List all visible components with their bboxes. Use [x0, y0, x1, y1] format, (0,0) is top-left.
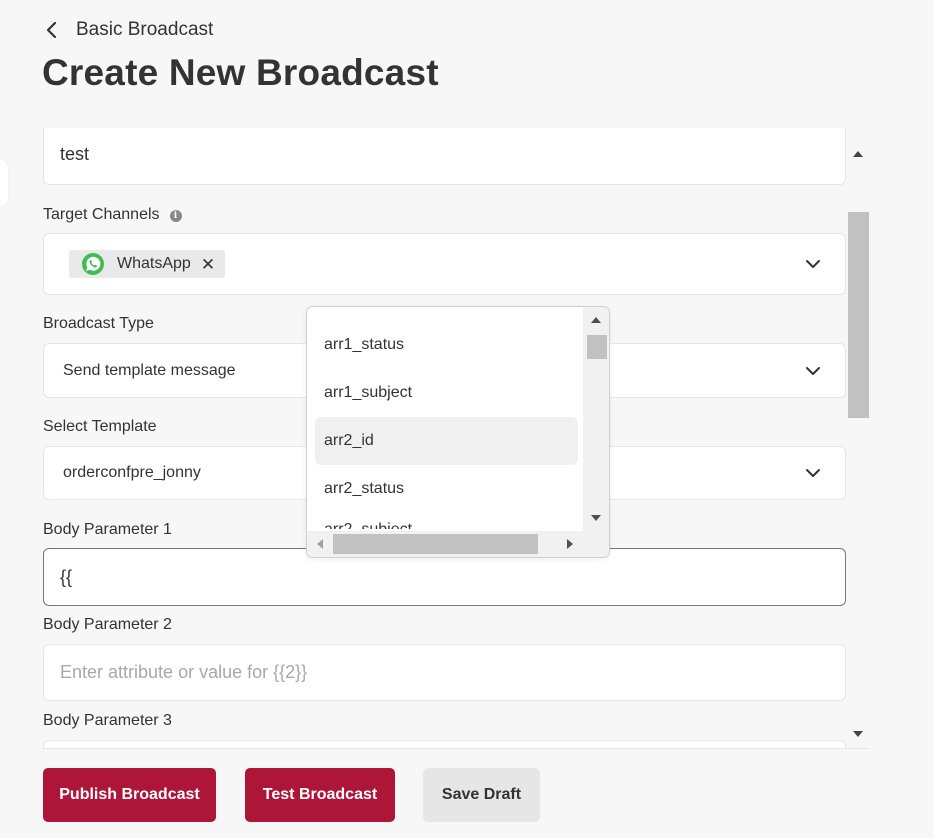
page-title: Create New Broadcast — [42, 52, 439, 93]
suggestion-item[interactable]: arr2_subject — [315, 513, 578, 529]
scroll-up-arrow[interactable] — [591, 317, 601, 323]
suggestion-item-highlighted[interactable]: arr2_id — [315, 417, 578, 465]
scroll-left-arrow[interactable] — [317, 539, 323, 549]
dropdown-horizontal-scrollbar[interactable] — [307, 531, 609, 557]
body-param-3-label: Body Parameter 3 — [43, 712, 172, 729]
scrollbar-thumb[interactable] — [333, 534, 538, 554]
target-channels-select[interactable]: WhatsApp ✕ — [43, 233, 846, 295]
suggestion-item[interactable]: arr1_subject — [315, 369, 578, 417]
scrollbar-thumb[interactable] — [848, 212, 869, 418]
chip-remove-icon[interactable]: ✕ — [201, 256, 215, 273]
dropdown-vertical-scrollbar[interactable] — [583, 307, 609, 533]
scrollbar-thumb[interactable] — [587, 335, 607, 359]
body-param-3-input[interactable] — [43, 740, 846, 748]
broadcast-type-label: Broadcast Type — [43, 315, 154, 332]
broadcast-name-field[interactable]: test — [43, 128, 846, 185]
select-template-label: Select Template — [43, 418, 157, 435]
broadcast-name-value: test — [60, 144, 90, 164]
whatsapp-icon — [82, 253, 104, 275]
info-icon[interactable]: i — [169, 210, 182, 222]
chevron-down-icon[interactable] — [805, 363, 821, 379]
scroll-down-arrow[interactable] — [591, 515, 601, 521]
divider — [43, 748, 869, 749]
body-param-2-placeholder: Enter attribute or value for {{2}} — [60, 662, 308, 682]
breadcrumb: Basic Broadcast — [76, 19, 214, 40]
attribute-suggestions-dropdown[interactable]: arr1_status arr1_subject arr2_id arr2_st… — [306, 306, 610, 558]
chevron-left-icon — [46, 22, 57, 38]
broadcast-type-value: Send template message — [63, 361, 236, 379]
publish-broadcast-button[interactable]: Publish Broadcast — [43, 768, 216, 822]
select-template-value: orderconfpre_jonny — [63, 464, 201, 481]
body-param-1-label: Body Parameter 1 — [43, 521, 172, 538]
chevron-down-icon[interactable] — [805, 256, 821, 272]
suggestion-item[interactable]: arr1_status — [315, 321, 578, 369]
target-channels-label: Target Channels i — [43, 206, 182, 224]
body-param-2-input[interactable]: Enter attribute or value for {{2}} — [43, 644, 846, 701]
side-panel-tab[interactable] — [0, 160, 8, 206]
body-param-2-label: Body Parameter 2 — [43, 616, 172, 633]
scroll-down-arrow[interactable] — [853, 731, 863, 737]
test-broadcast-button[interactable]: Test Broadcast — [245, 768, 395, 822]
save-draft-button[interactable]: Save Draft — [423, 768, 540, 822]
channel-chip-label: WhatsApp — [117, 255, 191, 272]
scroll-up-arrow[interactable] — [853, 151, 863, 157]
scroll-right-arrow[interactable] — [567, 539, 573, 549]
chevron-down-icon[interactable] — [805, 465, 821, 481]
suggestion-item[interactable]: arr2_status — [315, 465, 578, 513]
body-param-1-value: {{ — [60, 566, 73, 587]
channel-chip-whatsapp: WhatsApp ✕ — [69, 250, 226, 278]
back-link[interactable]: Basic Broadcast — [44, 16, 213, 44]
